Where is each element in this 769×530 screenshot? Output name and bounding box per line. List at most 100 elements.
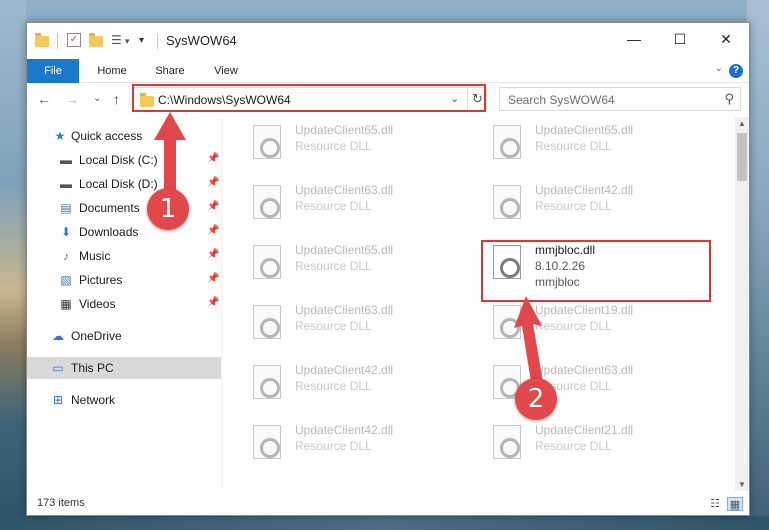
window-title: SysWOW64: [166, 33, 237, 48]
downloads-icon: ⬇: [60, 225, 72, 239]
search-input[interactable]: Search SysWOW64: [508, 93, 615, 107]
drive-icon: ▬: [60, 177, 72, 191]
sidebar-item-local-disk-c[interactable]: ▬ Local Disk (C:) 📌: [27, 149, 221, 171]
sidebar-item-label: Music: [79, 249, 111, 263]
desktop-background-right: [747, 0, 769, 530]
sidebar-item-label: Local Disk (D:): [79, 177, 158, 191]
pictures-icon: ▧: [60, 273, 72, 287]
navigation-pane: ★ Quick access ▬ Local Disk (C:) 📌 ▬ Loc…: [27, 117, 221, 491]
dll-file-icon: [253, 125, 281, 159]
tab-file[interactable]: File: [27, 59, 79, 83]
file-tile[interactable]: UpdateClient63.dll Resource DLL: [245, 177, 475, 229]
scroll-up-icon[interactable]: ▲: [735, 119, 749, 128]
sidebar-item-local-disk-d[interactable]: ▬ Local Disk (D:) 📌: [27, 173, 221, 195]
properties-icon[interactable]: ✓: [67, 33, 81, 47]
file-tile[interactable]: UpdateClient42.dll Resource DLL: [245, 357, 475, 409]
sidebar-item-label: Local Disk (C:): [79, 153, 158, 167]
toolbar-dropdown-icon[interactable]: ▾: [125, 36, 130, 52]
sidebar-item-label: Videos: [79, 297, 116, 311]
file-type: Resource DLL: [535, 439, 612, 453]
pin-icon[interactable]: 📌: [207, 153, 219, 164]
close-button[interactable]: ✕: [703, 23, 749, 55]
tab-view[interactable]: View: [201, 59, 251, 83]
file-tile[interactable]: UpdateClient65.dll Resource DLL: [245, 117, 475, 169]
file-type: Resource DLL: [295, 259, 372, 273]
search-box[interactable]: Search SysWOW64 ⚲: [499, 87, 741, 111]
sidebar-item-label: Quick access: [71, 129, 143, 143]
pin-icon[interactable]: 📌: [207, 177, 219, 188]
up-button[interactable]: ↑: [113, 91, 120, 107]
minimize-button[interactable]: —: [611, 23, 657, 55]
drive-icon: ▬: [60, 153, 72, 167]
file-tile[interactable]: UpdateClient21.dll Resource DLL: [485, 417, 715, 469]
file-name: UpdateClient63.dll: [295, 303, 394, 317]
file-tile[interactable]: UpdateClient65.dll Resource DLL: [485, 117, 715, 169]
file-tile[interactable]: UpdateClient42.dll Resource DLL: [485, 177, 715, 229]
file-name: UpdateClient63.dll: [295, 183, 394, 197]
dll-file-icon: [253, 365, 281, 399]
file-tile[interactable]: UpdateClient42.dll Resource DLL: [245, 417, 475, 469]
pin-icon[interactable]: 📌: [207, 225, 219, 236]
sidebar-item-videos[interactable]: ▦ Videos 📌: [27, 293, 221, 315]
details-view-icon[interactable]: ☷: [707, 497, 723, 511]
vertical-scrollbar[interactable]: ▲ ▼: [735, 117, 749, 491]
sidebar-item-quick-access[interactable]: ★ Quick access: [27, 125, 221, 147]
dll-file-icon: [253, 245, 281, 279]
file-name: UpdateClient65.dll: [535, 123, 634, 137]
onedrive-icon: ☁: [52, 329, 64, 343]
pin-icon[interactable]: 📌: [207, 201, 219, 212]
documents-icon: ▤: [60, 201, 72, 215]
step-1-badge: 1: [147, 188, 189, 230]
dll-file-icon: [253, 425, 281, 459]
forward-button[interactable]: →: [65, 91, 79, 107]
sidebar-item-label: Network: [71, 393, 116, 407]
videos-icon: ▦: [60, 297, 72, 311]
file-tile[interactable]: UpdateClient63.dll Resource DLL: [245, 297, 475, 349]
pane-divider[interactable]: [221, 117, 222, 489]
help-icon[interactable]: ?: [729, 64, 743, 78]
file-type: Resource DLL: [295, 439, 372, 453]
sidebar-item-downloads[interactable]: ⬇ Downloads 📌: [27, 221, 221, 243]
sidebar-item-network[interactable]: ⊞ Network: [27, 389, 221, 411]
back-button[interactable]: ←: [37, 91, 51, 107]
pin-icon[interactable]: 📌: [207, 249, 219, 260]
dll-file-icon: [493, 125, 521, 159]
title-bar: ✓ ☰ ▾ ▾ SysWOW64 — ☐ ✕: [27, 23, 749, 59]
scroll-down-icon[interactable]: ▼: [735, 480, 749, 489]
search-icon[interactable]: ⚲: [724, 91, 734, 107]
desktop-background-bottom: [0, 516, 769, 530]
file-name: UpdateClient21.dll: [535, 423, 634, 437]
sidebar-item-label: This PC: [71, 361, 114, 375]
dll-file-icon: [493, 185, 521, 219]
new-folder-icon[interactable]: [89, 33, 103, 49]
maximize-button[interactable]: ☐: [657, 23, 703, 55]
tab-share[interactable]: Share: [145, 59, 195, 83]
status-bar: 173 items ☷ ▦: [27, 493, 749, 515]
sidebar-item-onedrive[interactable]: ☁ OneDrive: [27, 325, 221, 347]
dll-file-icon: [253, 305, 281, 339]
sidebar-item-documents[interactable]: ▤ Documents 📌: [27, 197, 221, 219]
this-pc-icon: ▭: [52, 361, 64, 375]
file-tile[interactable]: UpdateClient65.dll Resource DLL: [245, 237, 475, 289]
quick-access-dropdown-icon[interactable]: ▾: [139, 35, 144, 51]
folder-icon: [35, 33, 49, 49]
sidebar-item-music[interactable]: ♪ Music 📌: [27, 245, 221, 267]
customize-toolbar-icon[interactable]: ☰: [111, 33, 122, 49]
scroll-thumb[interactable]: [737, 133, 747, 181]
sidebar-item-this-pc[interactable]: ▭ This PC: [27, 357, 221, 379]
pin-icon[interactable]: 📌: [207, 273, 219, 284]
recent-locations-button[interactable]: ⌄: [93, 93, 101, 104]
file-type: Resource DLL: [295, 319, 372, 333]
file-type: Resource DLL: [295, 139, 372, 153]
pin-icon[interactable]: 📌: [207, 297, 219, 308]
ribbon-collapse-icon[interactable]: ⌄: [715, 63, 723, 74]
desktop-background-left: [0, 0, 26, 530]
tab-home[interactable]: Home: [87, 59, 137, 83]
tiles-view-icon[interactable]: ▦: [727, 497, 743, 511]
sidebar-item-pictures[interactable]: ▧ Pictures 📌: [27, 269, 221, 291]
file-name: UpdateClient42.dll: [295, 423, 394, 437]
sidebar-item-label: Pictures: [79, 273, 123, 287]
ribbon-tabs: File Home Share View ⌄ ?: [27, 59, 749, 83]
file-name: UpdateClient65.dll: [295, 243, 394, 257]
file-type: Resource DLL: [295, 199, 372, 213]
